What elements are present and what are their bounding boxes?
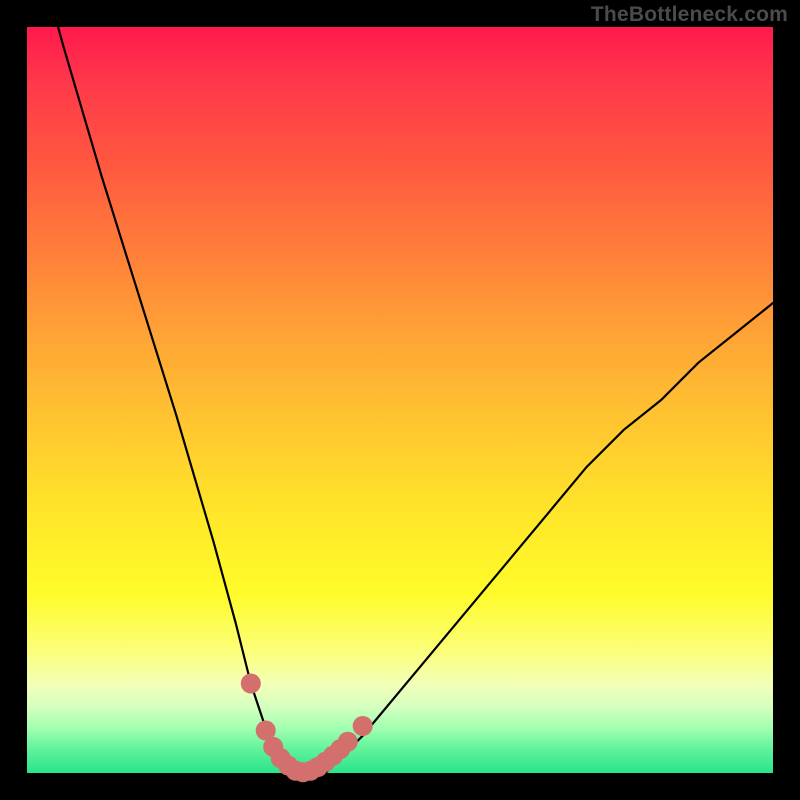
bottleneck-curve <box>27 0 773 773</box>
highlight-dots <box>241 674 373 783</box>
watermark-text: TheBottleneck.com <box>591 3 788 27</box>
highlight-dot <box>338 732 358 752</box>
plot-area <box>27 27 773 773</box>
highlight-dot <box>353 716 373 736</box>
curve-layer <box>27 27 773 773</box>
chart-frame: TheBottleneck.com <box>0 0 800 800</box>
highlight-dot <box>241 674 261 694</box>
